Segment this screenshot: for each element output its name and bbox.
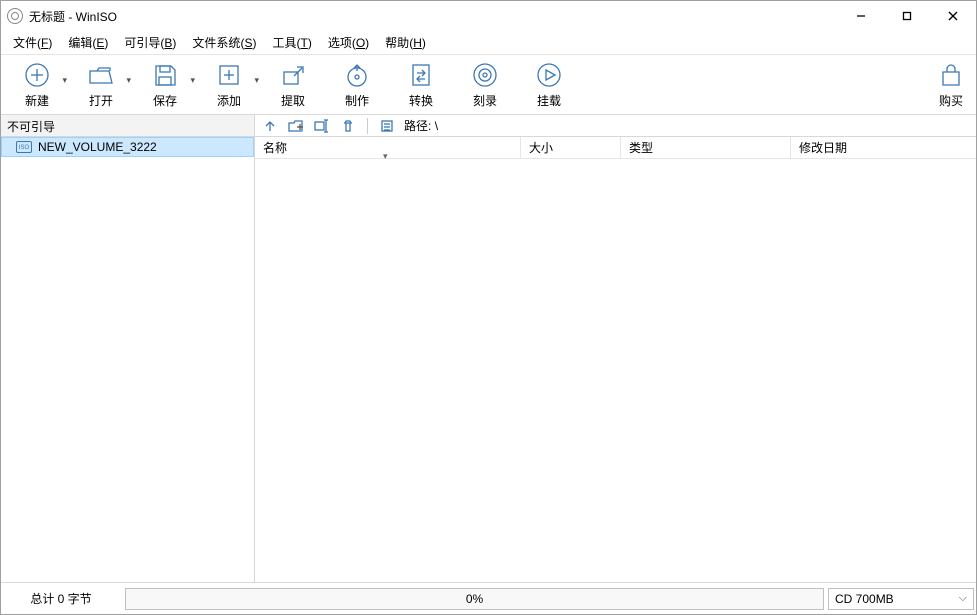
col-date[interactable]: 修改日期 (791, 137, 976, 158)
app-window: 无标题 - WinISO 文件(F) 编辑(E) 可引导(B) 文件系统(S) … (0, 0, 977, 615)
main-panel: 路径: \ 名称 大小 类型 修改日期 ▾ (255, 115, 976, 582)
title-bar: 无标题 - WinISO (1, 1, 976, 31)
chevron-down-icon[interactable]: ▾ (126, 75, 131, 86)
delete-button[interactable] (339, 119, 357, 133)
disc-size-value: CD 700MB (835, 592, 894, 606)
tb-make[interactable]: 制作 (325, 59, 389, 115)
side-panel: 不可引导 ISO NEW_VOLUME_3222 (1, 115, 255, 582)
chevron-down-icon[interactable]: ▾ (254, 75, 259, 86)
make-icon (343, 61, 371, 89)
col-size[interactable]: 大小 (521, 137, 621, 158)
tb-open[interactable]: 打开 ▾ (69, 59, 133, 115)
menu-help[interactable]: 帮助(H) (377, 31, 434, 54)
mount-icon (535, 61, 563, 89)
close-icon (948, 11, 958, 21)
new-folder-button[interactable] (287, 119, 305, 133)
menu-file[interactable]: 文件(F) (5, 31, 60, 54)
iso-icon: ISO (16, 141, 32, 153)
tb-convert[interactable]: 转换 (389, 59, 453, 115)
menu-fs[interactable]: 文件系统(S) (184, 31, 264, 54)
path-label: 路径: \ (404, 117, 438, 134)
maximize-icon (902, 11, 912, 21)
sort-indicator-icon: ▾ (383, 151, 388, 162)
chevron-down-icon[interactable]: ▾ (62, 75, 67, 86)
close-button[interactable] (930, 1, 976, 31)
tb-burn[interactable]: 刻录 (453, 59, 517, 115)
save-icon (151, 61, 179, 89)
open-icon (87, 61, 115, 89)
properties-button[interactable] (378, 119, 396, 133)
status-bar: 总计 0 字节 0% CD 700MB (1, 582, 976, 614)
minimize-button[interactable] (838, 1, 884, 31)
tb-add[interactable]: 添加 ▾ (197, 59, 261, 115)
col-type[interactable]: 类型 (621, 137, 791, 158)
tree[interactable]: ISO NEW_VOLUME_3222 (1, 137, 254, 582)
extract-icon (279, 61, 307, 89)
tree-node-label: NEW_VOLUME_3222 (38, 140, 157, 154)
menu-tools[interactable]: 工具(T) (264, 31, 319, 54)
disc-size-select[interactable]: CD 700MB (828, 588, 974, 610)
app-icon (7, 8, 23, 24)
menu-options[interactable]: 选项(O) (320, 31, 377, 54)
tb-new[interactable]: 新建 ▾ (5, 59, 69, 115)
convert-icon (407, 61, 435, 89)
tb-extract[interactable]: 提取 (261, 59, 325, 115)
maximize-button[interactable] (884, 1, 930, 31)
columns-header: 名称 大小 类型 修改日期 ▾ (255, 137, 976, 159)
menu-edit[interactable]: 编辑(E) (60, 31, 116, 54)
up-button[interactable] (261, 119, 279, 133)
progress-bar: 0% (125, 588, 824, 610)
body: 不可引导 ISO NEW_VOLUME_3222 路径: \ 名称 大小 (1, 115, 976, 582)
minimize-icon (856, 11, 866, 21)
col-name[interactable]: 名称 (255, 137, 521, 158)
add-icon (215, 61, 243, 89)
new-icon (23, 61, 51, 89)
tb-mount[interactable]: 挂载 (517, 59, 581, 115)
menu-bar: 文件(F) 编辑(E) 可引导(B) 文件系统(S) 工具(T) 选项(O) 帮… (1, 31, 976, 55)
chevron-down-icon[interactable]: ▾ (190, 75, 195, 86)
tb-save[interactable]: 保存 ▾ (133, 59, 197, 115)
burn-icon (471, 61, 499, 89)
file-toolbar: 路径: \ (255, 115, 976, 137)
tree-root-node[interactable]: ISO NEW_VOLUME_3222 (1, 137, 254, 157)
tb-buy[interactable]: 购买 (926, 59, 976, 115)
buy-icon (937, 61, 965, 89)
status-total: 总计 0 字节 (1, 583, 121, 614)
rename-button[interactable] (313, 119, 331, 133)
window-title: 无标题 - WinISO (29, 8, 117, 25)
file-list[interactable] (255, 159, 976, 582)
side-header: 不可引导 (1, 115, 254, 137)
menu-boot[interactable]: 可引导(B) (116, 31, 184, 54)
progress-text: 0% (466, 592, 483, 606)
toolbar: 新建 ▾ 打开 ▾ 保存 ▾ 添加 ▾ 提取 制作 转换 (1, 55, 976, 115)
